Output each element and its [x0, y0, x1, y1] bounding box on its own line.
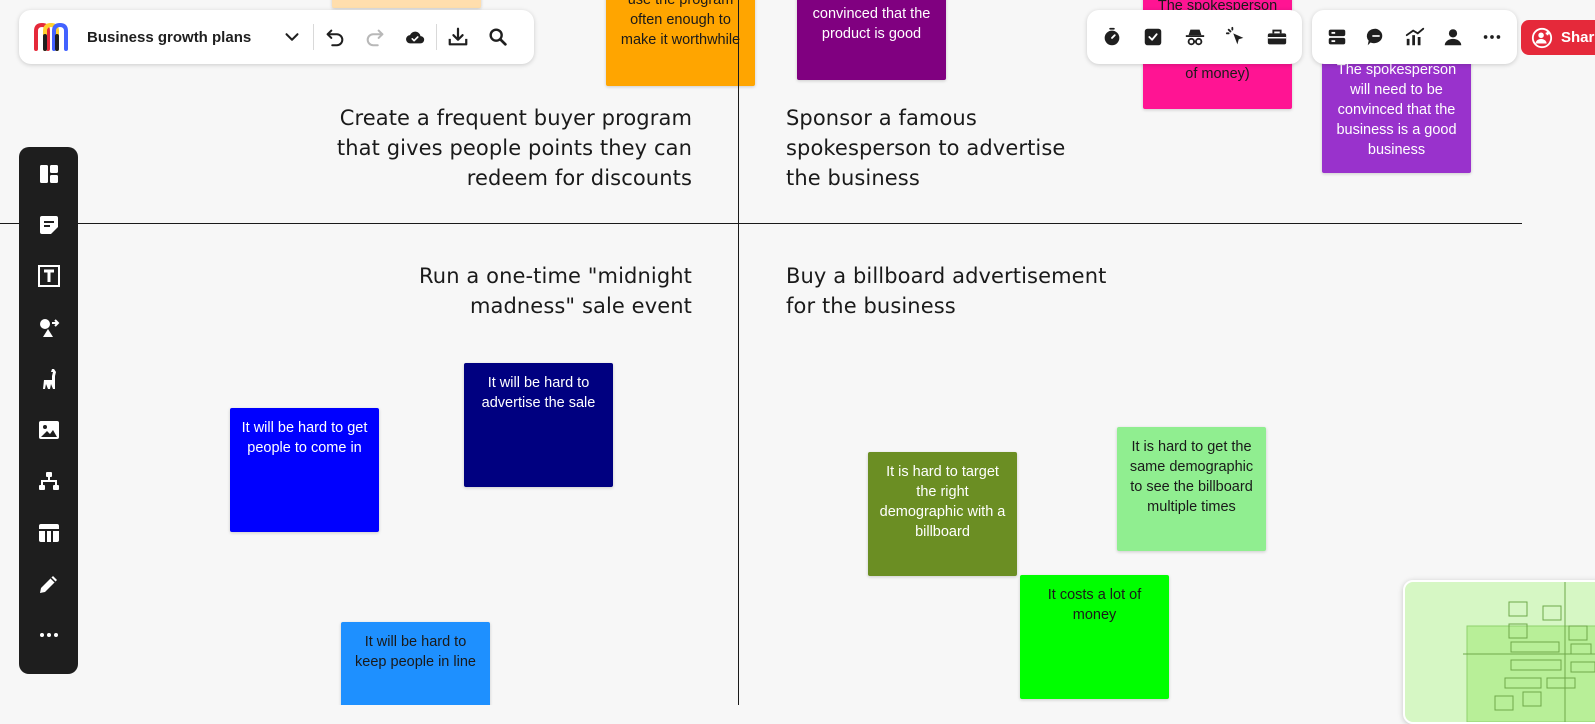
heading-midnight-madness[interactable]: Run a one-time "midnight madness" sale e… — [402, 261, 692, 321]
sticky-violet-spokesperson[interactable]: The spokesperson will need to be convinc… — [1322, 52, 1471, 173]
chart-icon[interactable] — [1404, 26, 1426, 48]
more-icon[interactable] — [1481, 26, 1503, 48]
image-icon[interactable] — [36, 417, 62, 442]
layout-list-icon[interactable] — [1326, 26, 1348, 48]
sticky-text: The spokesperson will need to be convinc… — [1336, 62, 1457, 158]
sticky-lightgreen-same[interactable]: It is hard to get the same demographic t… — [1117, 427, 1266, 551]
add-user-icon — [1531, 27, 1553, 49]
sticky-blue-come-in[interactable]: It will be hard to get people to come in — [230, 408, 379, 532]
sticky-text: use the program often enough to make it … — [620, 0, 741, 48]
sticky-text: It will be hard to keep people in line — [355, 634, 476, 670]
sticky-orange-top[interactable]: use the program often enough to make it … — [606, 0, 755, 86]
spy-icon[interactable] — [1184, 26, 1206, 48]
board-tools-toolbar — [1312, 10, 1517, 64]
comment-icon[interactable] — [1365, 26, 1387, 48]
more-icon[interactable] — [36, 623, 62, 648]
table-icon[interactable] — [36, 520, 62, 545]
text-icon[interactable] — [36, 264, 62, 289]
creation-toolbar — [19, 147, 78, 674]
search-icon[interactable] — [487, 26, 509, 48]
shapes-icon[interactable] — [36, 315, 62, 340]
sticky-text: It will be hard to advertise the sale — [481, 375, 596, 411]
cloud-saved-icon[interactable] — [404, 26, 426, 48]
share-button[interactable]: Share — [1521, 20, 1595, 55]
quadrant-vertical-line — [738, 0, 739, 705]
sticky-text: It is hard to get the same demographic t… — [1129, 439, 1254, 515]
board-title[interactable]: Business growth plans — [87, 29, 273, 46]
toolbox-icon[interactable] — [1266, 26, 1288, 48]
sticky-text: of money) — [1185, 66, 1250, 82]
sticky-text: convinced that the product is good — [812, 6, 931, 42]
heading-frequent-buyer[interactable]: Create a frequent buyer program that giv… — [335, 103, 692, 193]
undo-icon[interactable] — [324, 26, 346, 48]
templates-icon[interactable] — [36, 161, 62, 186]
toolbar-divider — [313, 24, 314, 50]
quadrant-horizontal-line — [0, 223, 1522, 224]
user-icon[interactable] — [1442, 26, 1464, 48]
collaboration-toolbar — [1087, 10, 1302, 64]
sticky-olive-target[interactable]: It is hard to target the right demograph… — [868, 452, 1017, 576]
sticky-green-costs[interactable]: It costs a lot of money — [1020, 575, 1169, 699]
minimap[interactable] — [1403, 580, 1595, 724]
heading-billboard[interactable]: Buy a billboard advertisement for the bu… — [786, 261, 1116, 321]
heading-spokesperson[interactable]: Sponsor a famous spokesperson to adverti… — [786, 103, 1076, 193]
board-toolbar: Business growth plans — [19, 10, 534, 64]
sticky-text: It costs a lot of money — [1047, 587, 1142, 623]
sticky-lightblue-lines[interactable]: It will be hard to keep people in line — [341, 622, 490, 705]
timer-icon[interactable] — [1101, 26, 1123, 48]
minimap-preview — [1463, 582, 1595, 722]
sticky-note-icon[interactable] — [36, 212, 62, 237]
sticky-text: It will be hard to get people to come in — [241, 420, 368, 456]
pen-icon[interactable] — [36, 571, 62, 596]
share-label: Share — [1561, 29, 1595, 46]
checkbox-icon[interactable] — [1142, 26, 1164, 48]
chevron-down-icon[interactable] — [281, 26, 303, 48]
llama-icon[interactable] — [36, 366, 62, 391]
sticky-text: It is hard to target the right demograph… — [879, 464, 1006, 540]
sticky-tan-top[interactable]: unlimited — [332, 0, 481, 8]
redo-icon[interactable] — [364, 26, 386, 48]
mind-map-icon[interactable] — [36, 469, 62, 494]
miro-logo-icon[interactable] — [33, 22, 71, 52]
toolbar-divider — [436, 24, 437, 50]
sticky-navy-advertise[interactable]: It will be hard to advertise the sale — [464, 363, 613, 487]
sticky-purple-top[interactable]: convinced that the product is good — [797, 0, 946, 80]
board-canvas[interactable]: unlimited use the program often enough t… — [0, 0, 1595, 705]
cursor-click-icon[interactable] — [1225, 26, 1247, 48]
download-icon[interactable] — [447, 26, 469, 48]
